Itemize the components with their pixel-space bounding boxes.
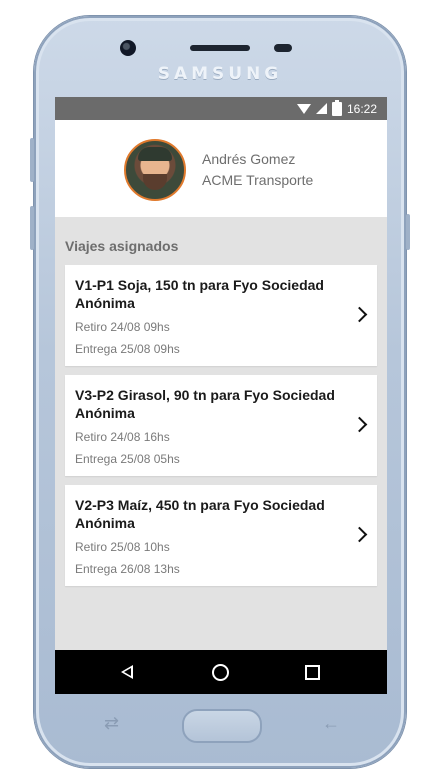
- status-time: 16:22: [346, 101, 377, 116]
- back-key-icon[interactable]: ←: [322, 713, 340, 734]
- trip-pickup: Retiro 25/08 10hs: [75, 540, 170, 554]
- chevron-right-icon[interactable]: [351, 416, 368, 433]
- app-screen: 16:22 Andrés Gomez ACME Transporte Viaje…: [55, 97, 387, 694]
- proximity-sensor: [274, 44, 292, 52]
- trip-pickup: Retiro 24/08 16hs: [75, 430, 170, 444]
- recent-apps-key-icon[interactable]: ⇄: [104, 713, 119, 734]
- trip-title: V1-P1 Soja, 150 tn para Fyo Sociedad Anó…: [75, 277, 324, 311]
- nav-recents-icon[interactable]: [305, 665, 320, 680]
- volume-button: [30, 138, 34, 182]
- chevron-right-icon[interactable]: [351, 526, 368, 543]
- device-brand: SAMSUNG: [157, 64, 283, 84]
- trip-title: V2-P3 Maíz, 450 tn para Fyo Sociedad Anó…: [75, 497, 325, 531]
- driver-profile-header: Andrés Gomez ACME Transporte: [55, 120, 387, 217]
- company-name: ACME Transporte: [202, 172, 314, 188]
- avatar: [124, 139, 186, 201]
- power-button: [406, 214, 410, 250]
- nav-home-icon[interactable]: [212, 664, 229, 681]
- earpiece-speaker: [190, 45, 250, 51]
- wifi-icon: [296, 103, 311, 114]
- nav-back-icon[interactable]: [121, 665, 133, 679]
- trip-card[interactable]: V3-P2 Girasol, 90 tn para Fyo Sociedad A…: [65, 375, 377, 476]
- trip-card[interactable]: V2-P3 Maíz, 450 tn para Fyo Sociedad Anó…: [65, 485, 377, 586]
- trip-delivery: Entrega 25/08 05hs: [75, 452, 180, 466]
- bixby-button: [30, 206, 34, 250]
- trip-delivery: Entrega 26/08 13hs: [75, 562, 180, 576]
- trip-title: V3-P2 Girasol, 90 tn para Fyo Sociedad A…: [75, 387, 335, 421]
- navigation-bar: [55, 650, 387, 694]
- front-camera-icon: [120, 40, 136, 56]
- chevron-right-icon[interactable]: [351, 306, 368, 323]
- trip-pickup: Retiro 24/08 09hs: [75, 320, 170, 334]
- status-icons: 16:22: [296, 99, 377, 117]
- trip-list: V1-P1 Soja, 150 tn para Fyo Sociedad Anó…: [65, 265, 377, 595]
- section-title: Viajes asignados: [65, 238, 179, 254]
- trip-card[interactable]: V1-P1 Soja, 150 tn para Fyo Sociedad Anó…: [65, 265, 377, 366]
- home-hardware-key[interactable]: [182, 709, 262, 743]
- battery-icon: [331, 99, 342, 116]
- driver-name: Andrés Gomez: [202, 151, 296, 167]
- trip-delivery: Entrega 25/08 09hs: [75, 342, 180, 356]
- signal-icon: [315, 103, 327, 114]
- status-bar: 16:22: [55, 97, 387, 120]
